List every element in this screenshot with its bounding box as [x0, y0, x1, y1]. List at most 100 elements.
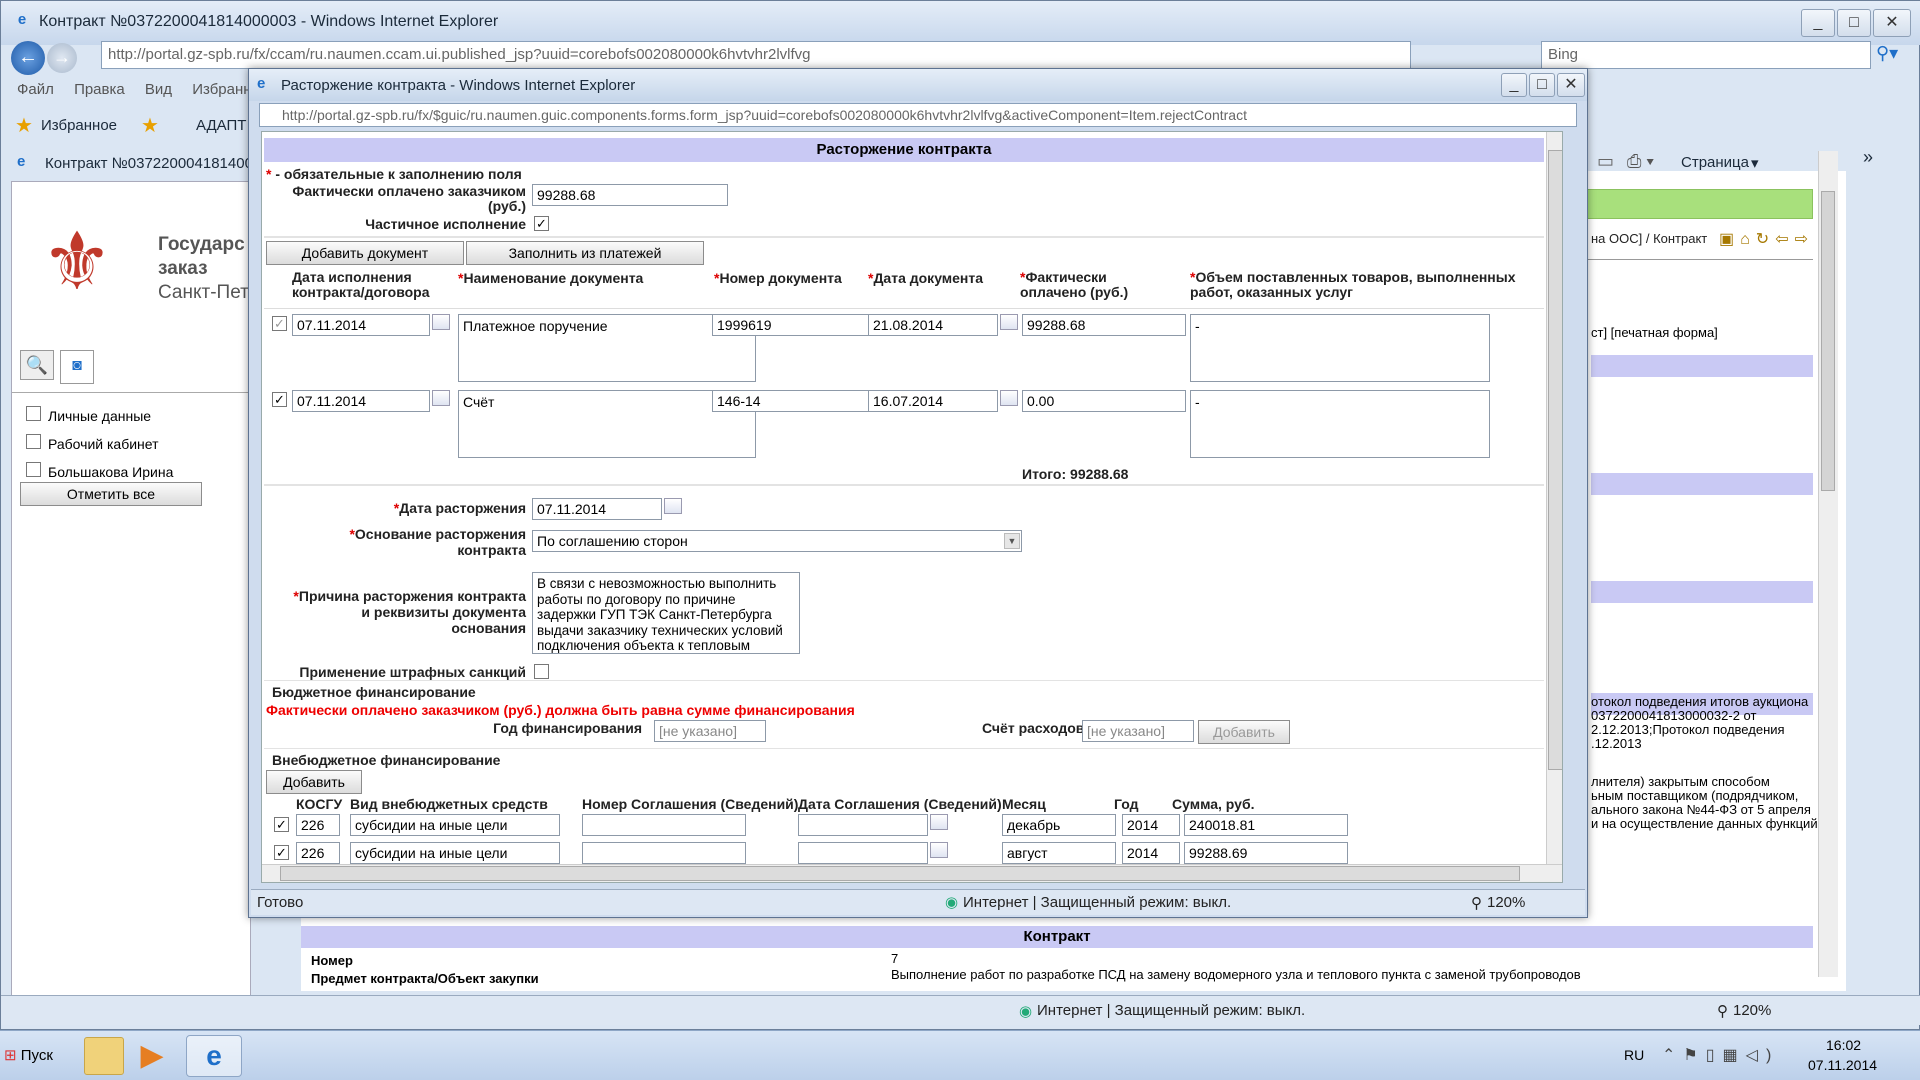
fin-row-1-agreement-date[interactable]: [798, 814, 928, 836]
mark-all-button[interactable]: Отметить все: [20, 482, 202, 506]
favorites-button[interactable]: Избранное: [41, 117, 117, 134]
doc-row-2-paid[interactable]: 0.00: [1022, 390, 1186, 412]
fin-row-1-year[interactable]: 2014: [1122, 814, 1180, 836]
explorer-icon[interactable]: [84, 1037, 124, 1075]
dialog-zoom-icon[interactable]: ⚲: [1471, 894, 1482, 912]
menu-edit[interactable]: Правка: [74, 81, 125, 98]
sidebar-checkbox-personal[interactable]: [26, 406, 41, 421]
fin-row-2-kosgu[interactable]: 226: [296, 842, 340, 864]
fin-row-2-month[interactable]: август: [1002, 842, 1116, 864]
favorites-star-icon[interactable]: ★: [15, 113, 33, 138]
main-zoom-icon[interactable]: ⚲: [1717, 1002, 1728, 1020]
fin-row-2-sum[interactable]: 99288.69: [1184, 842, 1348, 864]
dialog-minimize-button[interactable]: _: [1501, 73, 1527, 97]
doc-row-2-date[interactable]: 16.07.2014: [868, 390, 998, 412]
search-icon[interactable]: ⚲▾: [1876, 43, 1908, 67]
tab-contract[interactable]: Контракт №037220004181400: [45, 155, 253, 172]
print-icon[interactable]: ⎙ ▾: [1627, 151, 1654, 172]
fin-row-1-checkbox[interactable]: ✓: [274, 817, 289, 832]
calendar-icon[interactable]: [432, 314, 450, 330]
menu-file[interactable]: Файл: [17, 81, 54, 98]
maximize-button[interactable]: □: [1837, 9, 1871, 37]
fin-row-2-agreement-date[interactable]: [798, 842, 928, 864]
chevron-down-icon[interactable]: ▼: [1004, 533, 1020, 549]
expense-select[interactable]: [не указано]: [1082, 720, 1194, 742]
dialog-address-bar[interactable]: http://portal.gz-spb.ru/fx/$guic/ru.naum…: [259, 103, 1577, 127]
sidebar-item-personal[interactable]: Личные данные: [48, 408, 151, 424]
doc-row-2-volume[interactable]: -: [1190, 390, 1490, 458]
search-tab-icon[interactable]: 🔍: [20, 350, 54, 380]
basis-select[interactable]: По соглашению сторон: [532, 530, 1022, 552]
dialog-zoom[interactable]: 120%: [1487, 894, 1525, 911]
doc-row-1-exec-date[interactable]: 07.11.2014: [292, 314, 430, 336]
doc-row-1-date[interactable]: 21.08.2014: [868, 314, 998, 336]
calendar-icon[interactable]: [432, 390, 450, 406]
calendar-icon[interactable]: [1000, 314, 1018, 330]
sidebar-checkbox-cabinet[interactable]: [26, 434, 41, 449]
favorite-link[interactable]: АДАПТ: [196, 117, 246, 134]
add-document-button[interactable]: Добавить документ: [266, 241, 464, 265]
fin-row-2-checkbox[interactable]: ✓: [274, 845, 289, 860]
back-icon[interactable]: ←: [11, 41, 45, 75]
add-favorite-icon[interactable]: ★: [141, 113, 159, 138]
more-tools-icon[interactable]: »: [1863, 147, 1873, 168]
page-scrollbar[interactable]: [1818, 151, 1838, 977]
doc-row-2-number[interactable]: 146-14: [712, 390, 874, 412]
sidebar-checkbox-user[interactable]: [26, 462, 41, 477]
penalty-checkbox[interactable]: [534, 664, 549, 679]
forward-icon[interactable]: →: [47, 43, 77, 73]
fin-row-1-month[interactable]: декабрь: [1002, 814, 1116, 836]
fin-row-1-sum[interactable]: 240018.81: [1184, 814, 1348, 836]
toolbar-icons[interactable]: ▣⌂↻⇦⇨: [1719, 229, 1814, 249]
fin-row-2-type[interactable]: субсидии на иные цели: [350, 842, 560, 864]
calendar-icon[interactable]: [930, 842, 948, 858]
calendar-icon[interactable]: [930, 814, 948, 830]
doc-row-1-volume[interactable]: -: [1190, 314, 1490, 382]
page-menu[interactable]: Страница: [1681, 154, 1749, 171]
termination-date-input[interactable]: 07.11.2014: [532, 498, 662, 520]
calendar-icon[interactable]: [1000, 390, 1018, 406]
mail-icon[interactable]: ▭: [1597, 151, 1614, 172]
menu-view[interactable]: Вид: [145, 81, 172, 98]
doc-row-1-checkbox[interactable]: ✓: [272, 316, 287, 331]
dialog-horizontal-scrollbar[interactable]: [262, 864, 1562, 882]
dialog-hscroll-thumb[interactable]: [280, 866, 1520, 881]
fin-row-1-agreement-no[interactable]: [582, 814, 746, 836]
fin-row-1-kosgu[interactable]: 226: [296, 814, 340, 836]
dialog-vertical-scrollbar[interactable]: [1546, 132, 1562, 864]
dialog-maximize-button[interactable]: □: [1529, 73, 1555, 97]
reason-textarea[interactable]: В связи с невозможностью выполнить работ…: [532, 572, 800, 654]
calendar-icon[interactable]: [664, 498, 682, 514]
fin-year-select[interactable]: [не указано]: [654, 720, 766, 742]
fill-from-payments-button[interactable]: Заполнить из платежей: [466, 241, 704, 265]
doc-row-2-checkbox[interactable]: ✓: [272, 392, 287, 407]
camera-tab-icon[interactable]: ◙: [60, 350, 94, 384]
main-zoom[interactable]: 120%: [1733, 1002, 1771, 1019]
close-button[interactable]: ✕: [1873, 9, 1911, 37]
clock-date[interactable]: 07.11.2014: [1808, 1057, 1877, 1073]
fin-row-2-agreement-no[interactable]: [582, 842, 746, 864]
dialog-scrollbar-thumb[interactable]: [1548, 150, 1562, 770]
fin-row-1-type[interactable]: субсидии на иные цели: [350, 814, 560, 836]
extrabudget-add-button[interactable]: Добавить: [266, 770, 362, 794]
dialog-close-button[interactable]: ✕: [1557, 73, 1585, 97]
media-player-icon[interactable]: ▶: [132, 1037, 172, 1075]
print-form-link[interactable]: ст] [печатная форма]: [1591, 325, 1718, 340]
doc-row-1-number[interactable]: 1999619: [712, 314, 874, 336]
page-scrollbar-thumb[interactable]: [1821, 191, 1835, 491]
clock-time[interactable]: 16:02: [1826, 1037, 1861, 1053]
page-menu-chevron-icon[interactable]: ▾: [1751, 154, 1759, 172]
paid-input[interactable]: 99288.68: [532, 184, 728, 206]
fin-row-2-year[interactable]: 2014: [1122, 842, 1180, 864]
minimize-button[interactable]: _: [1801, 9, 1835, 37]
partial-checkbox[interactable]: ✓: [534, 216, 549, 231]
language-indicator[interactable]: RU: [1624, 1047, 1644, 1063]
start-button[interactable]: ⊞ Пуск: [4, 1039, 66, 1073]
budget-add-button[interactable]: Добавить: [1198, 720, 1290, 744]
ie-taskbar-icon[interactable]: e: [186, 1035, 242, 1077]
sidebar-item-cabinet[interactable]: Рабочий кабинет: [48, 436, 159, 452]
main-address-bar[interactable]: http://portal.gz-spb.ru/fx/ccam/ru.naume…: [101, 41, 1411, 69]
tray-icons[interactable]: ⌃⚑▯▦◁): [1662, 1045, 1779, 1065]
doc-row-2-exec-date[interactable]: 07.11.2014: [292, 390, 430, 412]
breadcrumb[interactable]: на ООС] / Контракт: [1591, 231, 1707, 246]
